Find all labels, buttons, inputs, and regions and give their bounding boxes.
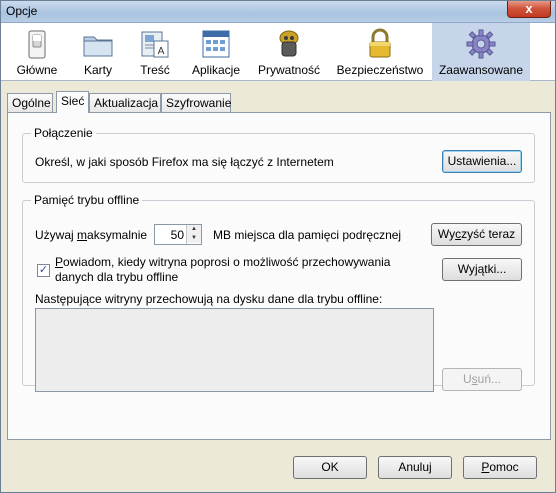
settings-label: Ustawienia... — [447, 154, 517, 168]
max-cache-value: 50 — [170, 228, 184, 242]
max-cache-label: Używaj maksymalnie — [35, 228, 148, 242]
content-page-icon: A — [139, 28, 171, 60]
applications-icon — [200, 28, 232, 60]
gear-icon — [465, 28, 497, 60]
offline-storage-group: Pamięć trybu offline Używaj maksymalnie … — [22, 193, 535, 392]
pane-general[interactable]: Główne — [11, 23, 63, 81]
offline-sites-label: Następujące witryny przechowują na dysku… — [35, 292, 383, 306]
connection-settings-button[interactable]: Ustawienia... — [442, 150, 522, 173]
ok-button[interactable]: OK — [293, 456, 367, 479]
privacy-mask-icon — [273, 28, 305, 60]
options-dialog: Opcje x Główne Karty A Treść Aplikacje P… — [0, 0, 556, 493]
preferences-toolbar: Główne Karty A Treść Aplikacje Prywatnoś… — [1, 23, 555, 81]
tabs-folder-icon — [82, 28, 114, 60]
max-cache-spinner[interactable]: 50 ▲ ▼ — [154, 224, 202, 245]
help-button[interactable]: Pomoc — [463, 456, 537, 479]
connection-group: Połączenie Określ, w jaki sposób Firefox… — [22, 126, 535, 183]
title-bar[interactable]: Opcje x — [1, 1, 555, 23]
pane-label: Bezpieczeństwo — [336, 63, 424, 77]
tab-network[interactable]: Sieć — [56, 91, 89, 113]
network-tab-panel: Połączenie Określ, w jaki sposób Firefox… — [7, 112, 551, 440]
remove-button[interactable]: Usuń... — [442, 368, 522, 391]
offline-sites-list[interactable] — [35, 308, 434, 392]
pane-tabs[interactable]: Karty — [73, 23, 123, 81]
pane-label: Zaawansowane — [438, 63, 524, 77]
padlock-icon — [364, 28, 396, 60]
spinner-down-icon[interactable]: ▼ — [187, 234, 201, 243]
pane-security[interactable]: Bezpieczeństwo — [334, 23, 426, 81]
connection-description: Określ, w jaki sposób Firefox ma się łąc… — [35, 155, 334, 169]
pane-label: Treść — [140, 63, 170, 77]
pane-privacy[interactable]: Prywatność — [255, 23, 323, 81]
spinner-up-icon[interactable]: ▲ — [187, 225, 201, 234]
notify-checkbox[interactable]: ✓ — [37, 264, 50, 277]
cancel-button[interactable]: Anuluj — [378, 456, 452, 479]
pane-label: Prywatność — [257, 63, 321, 77]
tab-encryption[interactable]: Szyfrowanie — [161, 93, 231, 112]
close-button[interactable]: x — [507, 1, 551, 18]
notify-label-line1[interactable]: Powiadom, kiedy witryna poprosi o możliw… — [55, 255, 390, 269]
connection-legend: Połączenie — [31, 126, 96, 140]
pane-label: Główne — [16, 63, 58, 77]
pane-content[interactable]: A Treść — [134, 23, 176, 81]
window-title: Opcje — [6, 4, 38, 18]
pane-advanced[interactable]: Zaawansowane — [432, 23, 530, 81]
offline-legend: Pamięć trybu offline — [31, 193, 143, 207]
pane-label: Karty — [83, 63, 112, 77]
tab-general[interactable]: Ogólne — [7, 93, 53, 112]
exceptions-button[interactable]: Wyjątki... — [442, 258, 522, 281]
notify-label-line2[interactable]: danych dla trybu offline — [55, 270, 178, 284]
svg-text:A: A — [158, 46, 165, 57]
tab-update[interactable]: Aktualizacja — [89, 93, 161, 112]
cache-unit-text: MB miejsca dla pamięci podręcznej — [213, 228, 402, 242]
switch-icon — [21, 28, 53, 60]
pane-applications[interactable]: Aplikacje — [186, 23, 246, 81]
clear-now-button[interactable]: Wyczyść teraz — [431, 223, 522, 246]
pane-label: Aplikacje — [191, 63, 241, 77]
spinner-arrows[interactable]: ▲ ▼ — [186, 225, 201, 244]
